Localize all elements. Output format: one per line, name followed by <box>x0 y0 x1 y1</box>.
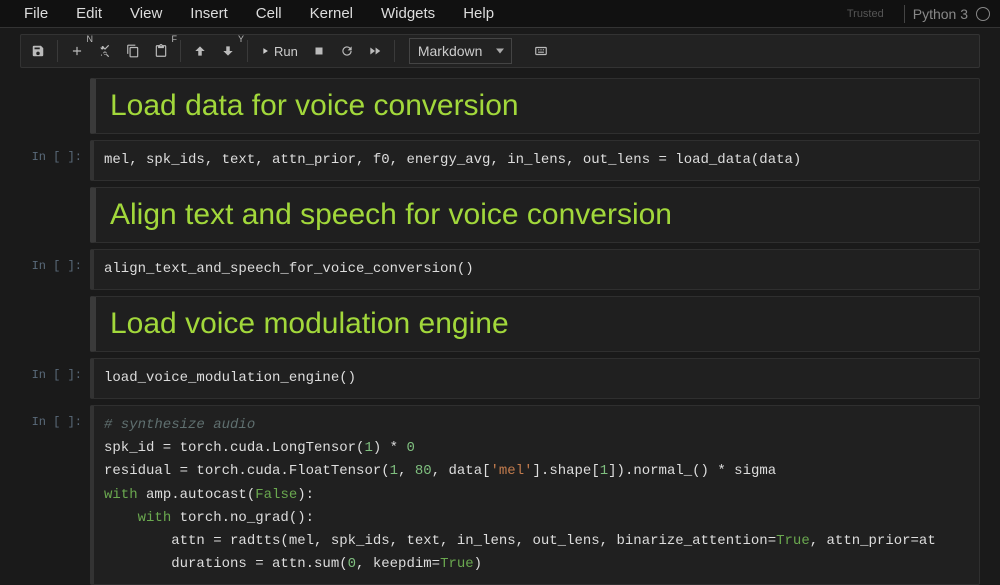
run-button[interactable]: Run <box>254 38 304 64</box>
cell-body: Align text and speech for voice conversi… <box>90 187 980 243</box>
paste-icon <box>154 44 168 58</box>
cell-body: load_voice_modulation_engine() <box>90 358 980 399</box>
arrow-down-icon <box>221 44 235 58</box>
cell-prompt: In [ ]: <box>20 140 90 181</box>
cell-prompt: In [ ]: <box>20 249 90 290</box>
celltype-select[interactable]: Markdown <box>409 38 512 64</box>
add-cell-button[interactable]: N <box>64 38 90 64</box>
markdown-heading: Load data for voice conversion <box>110 89 965 123</box>
interrupt-button[interactable] <box>306 38 332 64</box>
cell-prompt: In [ ]: <box>20 405 90 585</box>
menu-widgets[interactable]: Widgets <box>367 1 449 26</box>
markdown-cell[interactable]: Load voice modulation engine <box>20 296 980 352</box>
kernel-name: Python 3 <box>913 6 968 22</box>
markdown-cell[interactable]: Load data for voice conversion <box>20 78 980 134</box>
arrow-up-icon <box>193 44 207 58</box>
menu-view[interactable]: View <box>116 1 176 26</box>
stop-icon <box>312 44 326 58</box>
menu-file[interactable]: File <box>10 1 62 26</box>
cell-body: Load data for voice conversion <box>90 78 980 134</box>
code-cell[interactable]: In [ ]: align_text_and_speech_for_voice_… <box>20 249 980 290</box>
code-cell[interactable]: In [ ]: mel, spk_ids, text, attn_prior, … <box>20 140 980 181</box>
code-content[interactable]: align_text_and_speech_for_voice_conversi… <box>104 258 969 281</box>
kernel-indicator[interactable]: Python 3 <box>913 6 990 22</box>
menu-insert[interactable]: Insert <box>176 1 242 26</box>
cell-body: mel, spk_ids, text, attn_prior, f0, ener… <box>90 140 980 181</box>
menu-edit[interactable]: Edit <box>62 1 116 26</box>
menu-kernel[interactable]: Kernel <box>296 1 367 26</box>
code-cell[interactable]: In [ ]: load_voice_modulation_engine() <box>20 358 980 399</box>
copy-icon <box>126 44 140 58</box>
move-up-button[interactable] <box>187 38 213 64</box>
scissors-icon <box>98 44 112 58</box>
restart-run-all-button[interactable] <box>362 38 388 64</box>
move-down-button[interactable]: Y <box>215 38 241 64</box>
shortcut-hint: Y <box>238 34 244 44</box>
menubar: File Edit View Insert Cell Kernel Widget… <box>0 0 1000 28</box>
separator <box>904 5 905 23</box>
plus-icon <box>70 44 84 58</box>
code-content[interactable]: mel, spk_ids, text, attn_prior, f0, ener… <box>104 149 969 172</box>
menu-help[interactable]: Help <box>449 1 508 26</box>
cut-button[interactable] <box>92 38 118 64</box>
toolbar: N F Y Run <box>20 34 980 68</box>
run-label: Run <box>274 44 298 59</box>
keyboard-icon <box>534 44 548 58</box>
paste-button[interactable]: F <box>148 38 174 64</box>
code-content[interactable]: # synthesize audio spk_id = torch.cuda.L… <box>104 414 969 576</box>
cell-body: Load voice modulation engine <box>90 296 980 352</box>
notebook: Load data for voice conversion In [ ]: m… <box>0 74 1000 585</box>
kernel-status-icon <box>976 7 990 21</box>
trusted-indicator: Trusted <box>847 8 884 20</box>
restart-button[interactable] <box>334 38 360 64</box>
markdown-heading: Load voice modulation engine <box>110 307 965 341</box>
cell-body: align_text_and_speech_for_voice_conversi… <box>90 249 980 290</box>
play-icon <box>260 46 270 56</box>
command-palette-button[interactable] <box>528 38 554 64</box>
save-icon <box>31 44 45 58</box>
markdown-cell[interactable]: Align text and speech for voice conversi… <box>20 187 980 243</box>
cell-body: # synthesize audio spk_id = torch.cuda.L… <box>90 405 980 585</box>
copy-button[interactable] <box>120 38 146 64</box>
celltype-select-wrap: Markdown <box>401 38 512 64</box>
refresh-icon <box>340 44 354 58</box>
markdown-heading: Align text and speech for voice conversi… <box>110 198 965 232</box>
fast-forward-icon <box>368 44 382 58</box>
code-cell[interactable]: In [ ]: # synthesize audio spk_id = torc… <box>20 405 980 585</box>
shortcut-hint: F <box>172 34 178 44</box>
cell-prompt: In [ ]: <box>20 358 90 399</box>
menu-cell[interactable]: Cell <box>242 1 296 26</box>
save-button[interactable] <box>25 38 51 64</box>
code-content[interactable]: load_voice_modulation_engine() <box>104 367 969 390</box>
